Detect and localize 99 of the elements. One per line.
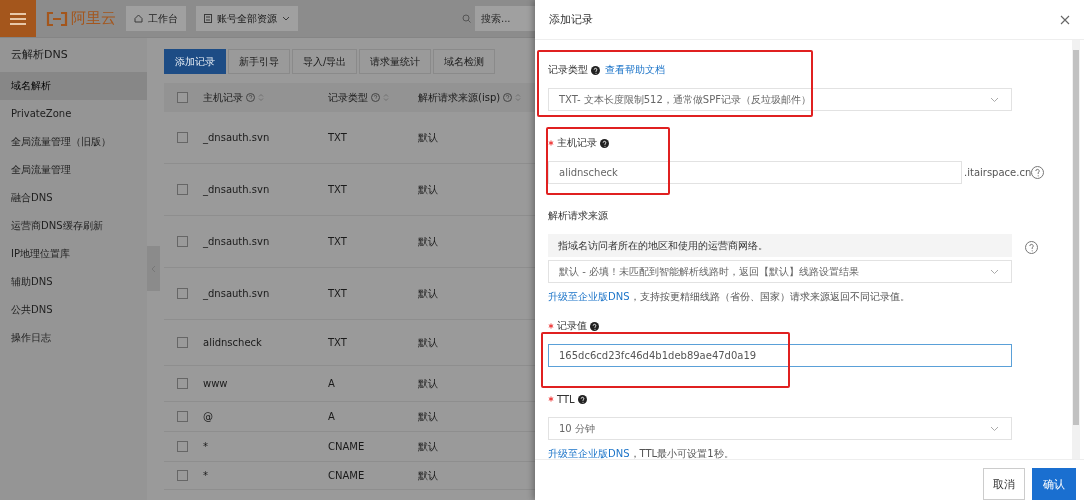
chevron-down-icon	[990, 268, 999, 275]
row-checkbox[interactable]	[177, 337, 188, 348]
chevron-down-icon	[990, 96, 999, 103]
table-cell-text: CNAME	[328, 441, 366, 452]
table-cell-text: TXT	[328, 236, 348, 247]
sidebar-item[interactable]: 操作日志	[0, 324, 147, 352]
table-cell-text: _dnsauth.svn	[203, 184, 271, 195]
workbench-button[interactable]: 工作台	[126, 6, 186, 31]
row-checkbox[interactable]	[177, 288, 188, 299]
sidebar-item[interactable]: PrivateZone	[0, 100, 147, 128]
field-label: 主机记录	[557, 136, 597, 150]
table-cell-text: 默认	[418, 439, 439, 454]
sidebar-item[interactable]: IP地理位置库	[0, 240, 147, 268]
chevron-down-icon	[990, 425, 999, 432]
input-field[interactable]: 165dc6cd23fc46d4b1deb89ae47d0a19	[548, 344, 1012, 367]
table-cell-text: CNAME	[328, 470, 366, 481]
brand-logo-text: 阿里云	[71, 9, 116, 28]
caret-icon	[282, 16, 290, 21]
search-field[interactable]: 搜索...	[475, 6, 535, 31]
field-label: 记录类型	[548, 63, 588, 77]
row-checkbox[interactable]	[177, 441, 188, 452]
toolbar-button[interactable]: 添加记录	[164, 49, 226, 74]
table-cell-text: TXT	[328, 288, 348, 299]
table-cell-text: 默认	[418, 286, 439, 301]
toolbar-button[interactable]: 新手引导	[228, 49, 290, 74]
sidebar-item[interactable]: 公共DNS	[0, 296, 147, 324]
table-cell-text: 默认	[418, 182, 439, 197]
column-header: 主机记录	[203, 90, 243, 105]
sidebar-item[interactable]: 全局流量管理	[0, 156, 147, 184]
table-cell-text: TXT	[328, 132, 348, 143]
cancel-button[interactable]: 取消	[983, 468, 1025, 500]
table-cell-text: 默认	[418, 468, 439, 483]
column-header: 解析请求来源(isp)	[418, 90, 501, 105]
home-icon	[134, 14, 143, 23]
upgrade-note: 升级至企业版DNS，TTL最小可设置1秒。	[548, 447, 735, 461]
row-checkbox[interactable]	[177, 470, 188, 481]
table-cell-text: *	[203, 470, 209, 481]
row-checkbox[interactable]	[177, 411, 188, 422]
sidebar-item[interactable]: 域名解析	[0, 72, 147, 100]
table-cell-text: www	[203, 378, 229, 389]
table-cell-text: 默认	[418, 376, 439, 391]
row-checkbox[interactable]	[177, 378, 188, 389]
upgrade-link[interactable]: 升级至企业版DNS	[548, 291, 630, 302]
toolbar-button[interactable]: 导入/导出	[292, 49, 358, 74]
sidebar-item[interactable]: 融合DNS	[0, 184, 147, 212]
select-field[interactable]: 10 分钟	[548, 417, 1012, 440]
close-button[interactable]	[1060, 14, 1070, 25]
domain-suffix: .itairspace.cn	[964, 167, 1032, 178]
help-circle-icon	[503, 93, 513, 102]
table-cell-text: 默认	[418, 335, 439, 350]
sidebar-item[interactable]: 全局流量管理（旧版）	[0, 128, 147, 156]
menu-icon	[10, 12, 26, 25]
table-cell-text: 默认	[418, 234, 439, 249]
sidebar-title: 云解析DNS	[10, 47, 69, 63]
table-cell-text: _dnsauth.svn	[203, 132, 271, 143]
table-cell-text: *	[203, 441, 209, 452]
table-cell-text: 默认	[418, 130, 439, 145]
scrollbar[interactable]	[1072, 40, 1080, 459]
select-all-checkbox[interactable]	[177, 92, 188, 103]
select-field[interactable]: TXT- 文本长度限制512，通常做SPF记录（反垃圾邮件）	[548, 88, 1012, 111]
sidebar-item[interactable]: 运营商DNS缓存刷新	[0, 212, 147, 240]
table-cell-text: TXT	[328, 184, 348, 195]
confirm-button[interactable]: 确认	[1032, 468, 1076, 500]
search-icon	[462, 14, 471, 23]
table-cell-text: _dnsauth.svn	[203, 236, 271, 247]
table-cell-text: _dnsauth.svn	[203, 288, 271, 299]
menu-button[interactable]	[0, 0, 36, 37]
toolbar-button[interactable]: 域名检测	[433, 49, 496, 74]
select-field[interactable]: 默认 - 必填！未匹配到智能解析线路时，返回【默认】线路设置结果	[548, 260, 1012, 283]
table-cell-text: 默认	[418, 409, 439, 424]
table-cell-text: alidnscheck	[203, 337, 263, 348]
grid-icon	[204, 14, 212, 23]
field-label: 记录值	[557, 319, 587, 333]
table-cell-text: TXT	[328, 337, 348, 348]
collapse-handle[interactable]	[147, 246, 160, 291]
row-checkbox[interactable]	[177, 132, 188, 143]
toolbar-button[interactable]: 请求量统计	[359, 49, 432, 74]
help-circle-icon	[1031, 166, 1045, 179]
table-cell-text: A	[328, 378, 336, 389]
upgrade-link[interactable]: 升级至企业版DNS	[548, 448, 630, 459]
drawer-title: 添加记录	[549, 12, 593, 27]
sidebar-item[interactable]: 辅助DNS	[0, 268, 147, 296]
table-cell-text: @	[203, 411, 214, 422]
table-cell-text: A	[328, 411, 336, 422]
close-icon	[1060, 14, 1070, 25]
help-circle-icon	[1025, 240, 1038, 254]
help-circle-icon	[371, 93, 380, 102]
bracket-logo-icon	[46, 11, 68, 26]
row-checkbox[interactable]	[177, 236, 188, 247]
input-field[interactable]: alidnscheck	[548, 161, 962, 184]
column-header: 记录类型	[328, 90, 368, 105]
resources-dropdown[interactable]: 账号全部资源	[196, 6, 298, 31]
field-label: TTL	[557, 393, 575, 405]
help-doc-link[interactable]: 查看帮助文档	[605, 63, 665, 77]
upgrade-note: 升级至企业版DNS，支持按更精细线路（省份、国家）请求来源返回不同记录值。	[548, 290, 911, 304]
info-text: 指域名访问者所在的地区和使用的运营商网络。	[548, 234, 1012, 257]
field-label: 解析请求来源	[548, 209, 608, 223]
row-checkbox[interactable]	[177, 184, 188, 195]
help-circle-icon	[246, 93, 255, 102]
